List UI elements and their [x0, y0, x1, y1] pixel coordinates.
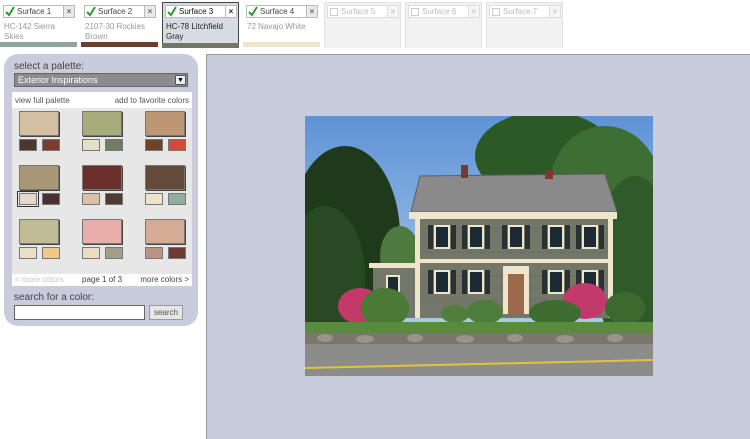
surface-color-name: HC-142 Sierra Skies [4, 22, 56, 41]
surface-tab-label: Surface 2 [98, 7, 133, 16]
surface-tab-label: Surface 7 [503, 7, 538, 16]
color-swatch[interactable] [19, 165, 59, 190]
close-icon[interactable]: × [63, 6, 74, 17]
color-swatch-small[interactable] [168, 247, 186, 259]
close-icon[interactable]: × [306, 6, 317, 17]
swatch-group [81, 216, 125, 262]
surface-tab-header: Surface 3 × [165, 5, 237, 18]
surface-tab-7[interactable]: Surface 7 × [486, 2, 563, 48]
swatch-group [18, 108, 62, 154]
color-swatch[interactable] [82, 165, 122, 190]
color-swatch-small[interactable] [105, 193, 123, 205]
surface-tab-5[interactable]: Surface 5 × [324, 2, 401, 48]
palette-box: view full palette add to favorite colors… [12, 92, 192, 286]
page-indicator: page 1 of 3 [82, 275, 123, 284]
more-colors-prev-link: < more colors [15, 275, 64, 284]
check-icon[interactable] [248, 6, 258, 17]
surface-tab-2[interactable]: Surface 2 × 2107-30 Rockies Brown [81, 2, 158, 48]
surface-color-bar [162, 43, 239, 48]
swatch-grid [12, 108, 192, 274]
color-swatch[interactable] [19, 111, 59, 136]
surface-tab-header: Surface 6 × [408, 5, 480, 18]
palette-panel: select a palette: Exterior Inspirations … [4, 54, 198, 326]
more-colors-next-link[interactable]: more colors > [140, 275, 189, 284]
close-icon[interactable]: × [387, 6, 398, 17]
surface-tab-1[interactable]: Surface 1 × HC-142 Sierra Skies [0, 2, 77, 48]
color-swatch-small[interactable] [105, 247, 123, 259]
surface-tab-header: Surface 1 × [3, 5, 75, 18]
color-swatch[interactable] [145, 111, 185, 136]
swatch-group [144, 162, 188, 208]
surface-tab-label: Surface 4 [260, 7, 295, 16]
color-swatch[interactable] [145, 165, 185, 190]
preview-area [206, 54, 750, 439]
palette-dropdown-value: Exterior Inspirations [18, 75, 98, 85]
color-swatch[interactable] [82, 111, 122, 136]
check-icon[interactable] [167, 6, 177, 17]
surface-color-bar [0, 42, 77, 47]
color-swatch-small[interactable] [82, 247, 100, 259]
color-swatch-small[interactable] [17, 191, 39, 207]
house-preview-image [305, 116, 653, 376]
surface-color-name: HC-78 Litchfield Gray [166, 22, 223, 41]
checkbox-icon[interactable] [411, 8, 419, 16]
swatch-group [81, 108, 125, 154]
color-swatch-small[interactable] [19, 247, 37, 259]
color-swatch-small[interactable] [42, 247, 60, 259]
search-button[interactable]: search [149, 305, 183, 320]
color-swatch-small[interactable] [82, 139, 100, 151]
palette-dropdown[interactable]: Exterior Inspirations ▼ [14, 73, 188, 87]
surface-color-name: 2107-30 Rockies Brown [85, 22, 146, 41]
color-swatch-small[interactable] [145, 139, 163, 151]
swatch-group [144, 108, 188, 154]
swatch-group [144, 216, 188, 262]
close-icon[interactable]: × [549, 6, 560, 17]
check-icon[interactable] [86, 6, 96, 17]
checkbox-icon[interactable] [330, 8, 338, 16]
palette-select-label: select a palette: [14, 61, 85, 72]
search-label: search for a color: [14, 292, 95, 303]
surface-color-bar [81, 42, 158, 47]
surface-tab-4[interactable]: Surface 4 × 72 Navajo White [243, 2, 320, 48]
view-full-palette-link[interactable]: view full palette [15, 96, 70, 105]
surface-tab-3[interactable]: Surface 3 × HC-78 Litchfield Gray [162, 2, 239, 48]
checkbox-icon[interactable] [492, 8, 500, 16]
surface-tab-label: Surface 1 [17, 7, 52, 16]
surface-tabs: Surface 1 × HC-142 Sierra Skies Surface 2 × 2… [0, 0, 750, 50]
close-icon[interactable]: × [225, 6, 236, 17]
surface-tab-label: Surface 6 [422, 7, 457, 16]
color-swatch-small[interactable] [168, 139, 186, 151]
swatch-group [18, 216, 62, 262]
color-swatch-small[interactable] [42, 193, 60, 205]
surface-tab-header: Surface 4 × [246, 5, 318, 18]
check-icon[interactable] [5, 6, 15, 17]
add-favorites-link[interactable]: add to favorite colors [115, 96, 189, 105]
color-swatch-small[interactable] [105, 139, 123, 151]
close-icon[interactable]: × [468, 6, 479, 17]
color-search-input[interactable] [14, 305, 145, 320]
swatch-group [17, 162, 62, 208]
swatch-group [81, 162, 125, 208]
color-swatch[interactable] [145, 219, 185, 244]
color-swatch[interactable] [19, 219, 59, 244]
close-icon[interactable]: × [144, 6, 155, 17]
surface-tab-label: Surface 3 [179, 7, 214, 16]
surface-tab-label: Surface 5 [341, 7, 376, 16]
color-swatch-small[interactable] [42, 139, 60, 151]
surface-tab-header: Surface 7 × [489, 5, 561, 18]
surface-tab-header: Surface 5 × [327, 5, 399, 18]
color-swatch[interactable] [82, 219, 122, 244]
surface-color-bar [243, 42, 320, 47]
surface-color-name: 72 Navajo White [247, 22, 306, 31]
surface-tab-6[interactable]: Surface 6 × [405, 2, 482, 48]
color-swatch-small[interactable] [145, 247, 163, 259]
color-swatch-small[interactable] [19, 139, 37, 151]
color-swatch-small[interactable] [145, 193, 163, 205]
color-swatch-small[interactable] [168, 193, 186, 205]
color-swatch-small[interactable] [82, 193, 100, 205]
chevron-down-icon[interactable]: ▼ [175, 75, 186, 85]
surface-tab-header: Surface 2 × [84, 5, 156, 18]
